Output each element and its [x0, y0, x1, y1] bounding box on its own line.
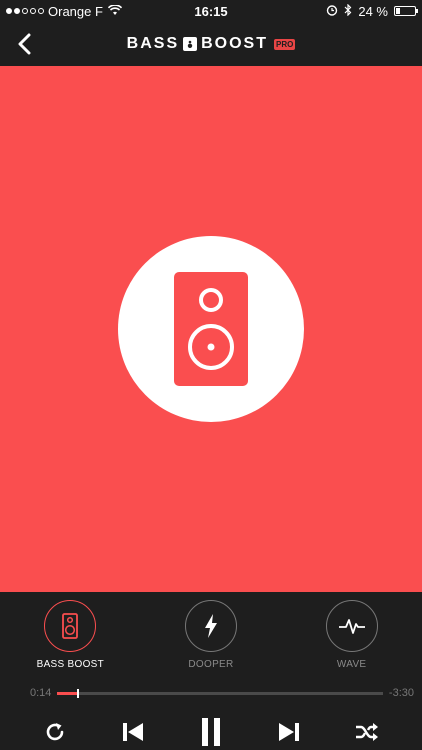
logo-text-left: BASS: [126, 35, 180, 52]
battery-percent: 24 %: [358, 3, 388, 19]
pulse-icon: [338, 619, 365, 634]
mode-dooper-circle: [184, 600, 237, 652]
progress-fill: [57, 691, 77, 695]
previous-button[interactable]: [113, 712, 153, 750]
status-bar: Orange F 16:15 24 %: [0, 0, 422, 22]
mode-selector: BASS BOOST DOOPER WAVE: [0, 592, 422, 670]
bluetooth-icon: [344, 3, 352, 19]
alarm-icon: [326, 4, 338, 19]
pro-badge: PRO: [274, 38, 296, 50]
mode-wave[interactable]: WAVE: [302, 600, 402, 670]
skip-previous-icon: [123, 723, 143, 741]
skip-next-icon: [279, 723, 299, 741]
repeat-icon: [46, 723, 64, 741]
pause-icon: [202, 718, 220, 746]
battery-icon: [394, 6, 418, 16]
transport-controls: [0, 712, 422, 750]
logo-text-right: BOOST: [201, 35, 268, 52]
speaker-icon: [62, 613, 79, 639]
mode-wave-circle: [325, 600, 378, 652]
artwork-panel: [0, 66, 422, 592]
shuffle-icon: [356, 723, 378, 741]
app-logo: BASS BOOST PRO: [127, 35, 296, 53]
speaker-icon: [174, 272, 248, 386]
pause-button[interactable]: [191, 712, 231, 750]
chevron-left-icon: [18, 33, 31, 55]
logo-speaker-icon: [183, 37, 198, 51]
next-button[interactable]: [269, 712, 309, 750]
elapsed-time: 0:14: [30, 687, 52, 699]
lightning-icon: [204, 614, 217, 638]
remaining-time: -3:30: [388, 687, 414, 699]
wifi-icon: [107, 3, 122, 19]
mode-dooper[interactable]: DOOPER: [161, 600, 261, 670]
mode-bass-boost-circle: [44, 600, 97, 652]
player-controls: BASS BOOST DOOPER WAVE 0:14 -3:30: [0, 592, 422, 750]
progress-row: 0:14 -3:30: [0, 686, 422, 700]
nav-bar: BASS BOOST PRO: [0, 22, 422, 66]
progress-knob[interactable]: [76, 688, 79, 698]
mode-bass-boost[interactable]: BASS BOOST: [20, 600, 120, 670]
carrier-name: Orange F: [48, 3, 103, 19]
signal-strength-icon: [6, 8, 44, 14]
repeat-button[interactable]: [35, 712, 75, 750]
artwork-circle: [118, 236, 304, 422]
mode-label: WAVE: [336, 659, 367, 670]
mode-label: BASS BOOST: [36, 659, 105, 670]
progress-slider[interactable]: [57, 688, 383, 698]
back-button[interactable]: [8, 28, 40, 60]
mode-label: DOOPER: [188, 659, 234, 670]
shuffle-button[interactable]: [347, 712, 387, 750]
